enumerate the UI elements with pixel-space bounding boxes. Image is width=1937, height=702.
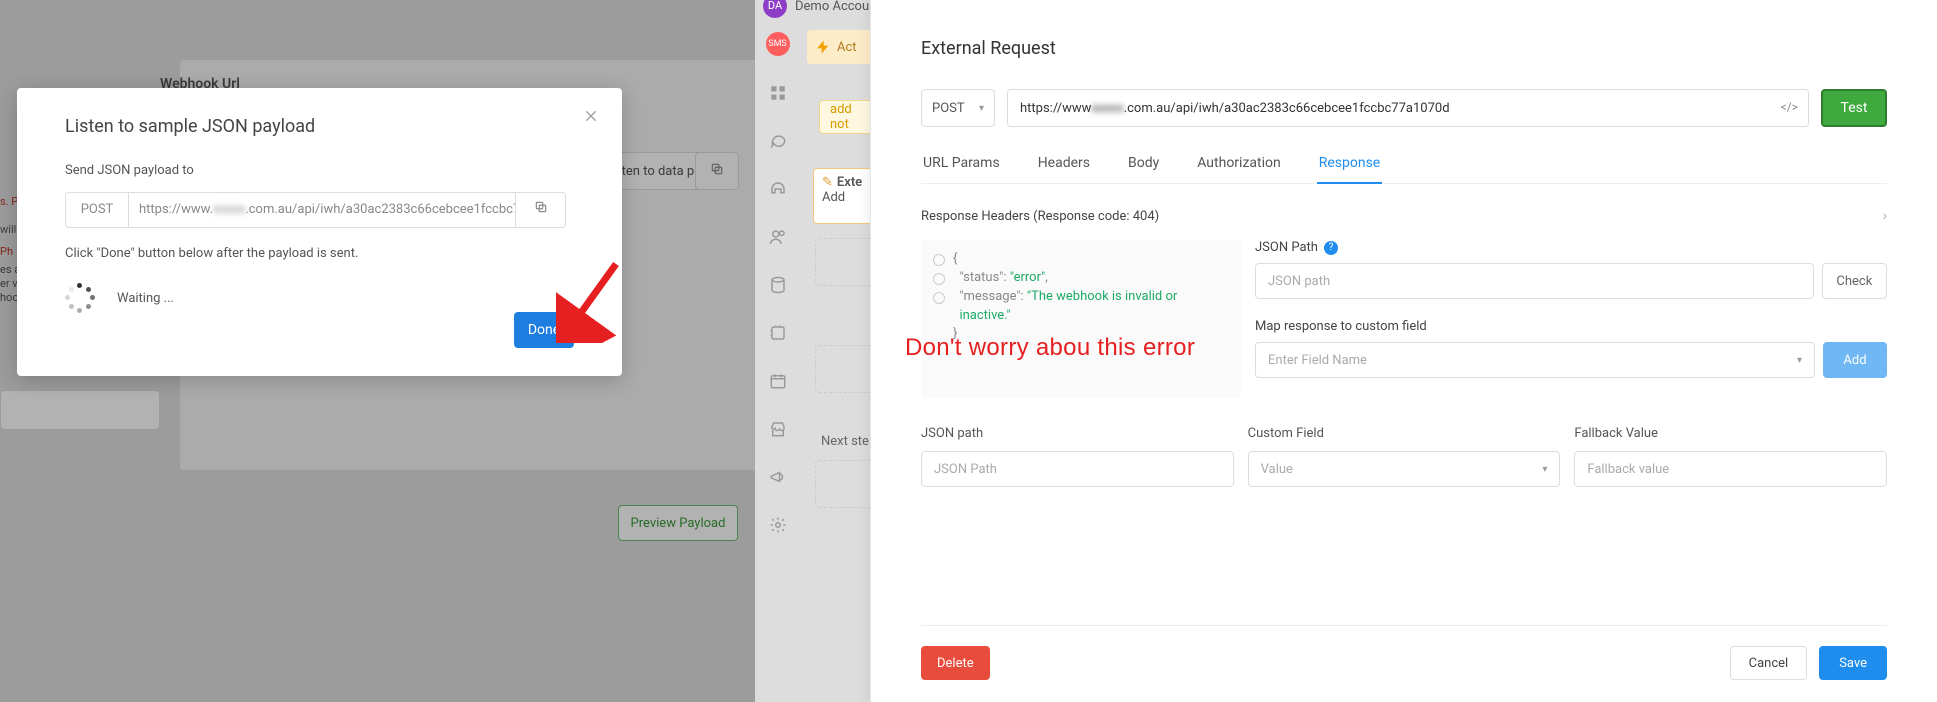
megaphone-icon[interactable] <box>767 466 789 488</box>
database-icon[interactable] <box>767 274 789 296</box>
sample-payload-modal: Listen to sample JSON payload Send JSON … <box>17 88 622 376</box>
url-rest: .com.au/api/iwh/a30ac2383c66cebcee1fccbc… <box>1124 101 1450 116</box>
tab-authorization[interactable]: Authorization <box>1195 155 1282 183</box>
modal-title: Listen to sample JSON payload <box>65 116 574 137</box>
click-done-instruction: Click "Done" button below after the payl… <box>65 246 574 261</box>
cancel-button[interactable]: Cancel <box>1730 646 1808 680</box>
left-rail: SMS <box>755 18 800 698</box>
col-json-path: JSON path <box>921 426 1234 441</box>
url-prefix: https://www <box>1020 101 1091 116</box>
check-button[interactable]: Check <box>1822 263 1887 299</box>
method-value: POST <box>932 101 965 116</box>
copy-icon[interactable] <box>516 192 566 228</box>
drawer-footer: Delete Cancel Save <box>921 625 1887 680</box>
request-row: POST ▾ https://wwwxxxxx.com.au/api/iwh/a… <box>921 89 1887 127</box>
plugin-icon[interactable] <box>767 322 789 344</box>
breadcrumb-account[interactable]: Demo Account <box>795 0 881 14</box>
waiting-indicator: Waiting ... <box>65 283 574 313</box>
ext-title: Exte <box>837 175 862 190</box>
custom-field-select[interactable]: Enter Field Name ▾ <box>1255 342 1815 378</box>
grid-icon[interactable] <box>767 82 789 104</box>
account-avatar[interactable]: DA <box>763 0 787 18</box>
close-icon[interactable] <box>580 108 602 130</box>
url-domain-blurred: xxxxx <box>213 202 245 217</box>
waiting-text: Waiting ... <box>117 291 174 306</box>
json-line-radio[interactable] <box>933 254 945 266</box>
tab-body[interactable]: Body <box>1126 155 1161 183</box>
actions-button[interactable]: Act <box>807 30 877 64</box>
method-select[interactable]: POST ▾ <box>921 89 995 127</box>
json-path-input[interactable]: JSON path <box>1255 263 1814 299</box>
url-display-row: POST https://www.xxxxx.com.au/api/iwh/a3… <box>65 192 574 228</box>
drawer-title: External Request <box>921 38 1887 59</box>
tab-headers[interactable]: Headers <box>1036 155 1092 183</box>
json-line-radio[interactable] <box>933 292 945 304</box>
tab-response[interactable]: Response <box>1317 155 1383 183</box>
map-response-label: Map response to custom field <box>1255 319 1887 334</box>
chevron-down-icon: ▾ <box>1542 464 1547 475</box>
webhook-url-display[interactable]: https://www.xxxxx.com.au/api/iwh/a30ac23… <box>128 192 516 228</box>
response-body-area: { "status": "error", "message": "The web… <box>921 240 1887 398</box>
mapping-row: JSON Path Value ▾ Fallback value <box>921 451 1887 487</box>
row-cf-select[interactable]: Value ▾ <box>1248 451 1561 487</box>
row-json-input[interactable]: JSON Path <box>921 451 1234 487</box>
method-badge: POST <box>65 192 128 228</box>
json-response-viewer: { "status": "error", "message": "The web… <box>921 240 1241 398</box>
users-icon[interactable] <box>767 226 789 248</box>
delete-button[interactable]: Delete <box>921 646 990 680</box>
next-step-label: Next ste <box>821 434 869 449</box>
chevron-down-icon: ▾ <box>979 103 984 114</box>
calendar-icon[interactable] <box>767 370 789 392</box>
save-button[interactable]: Save <box>1819 646 1887 680</box>
col-custom-field: Custom Field <box>1248 426 1561 441</box>
row-fb-ph: Fallback value <box>1587 462 1669 477</box>
json-line-radio[interactable] <box>933 273 945 285</box>
headset-icon[interactable] <box>767 178 789 200</box>
url-input[interactable]: https://wwwxxxxx.com.au/api/iwh/a30ac238… <box>1007 89 1809 127</box>
chevron-down-icon: ▾ <box>1797 355 1802 366</box>
col-fallback: Fallback Value <box>1574 426 1887 441</box>
row-json-ph: JSON Path <box>934 462 997 477</box>
custom-field-placeholder: Enter Field Name <box>1268 353 1367 368</box>
actions-label: Act <box>837 40 857 55</box>
tabs: URL Params Headers Body Authorization Re… <box>921 155 1887 184</box>
external-request-drawer: External Request POST ▾ https://wwwxxxxx… <box>870 0 1937 702</box>
tab-url-params[interactable]: URL Params <box>921 155 1002 183</box>
json-path-placeholder: JSON path <box>1268 274 1330 289</box>
store-icon[interactable] <box>767 418 789 440</box>
mapping-headers: JSON path Custom Field Fallback Value <box>921 426 1887 441</box>
url-rest: .com.au/api/iwh/a30ac2383c66cebcee1fccbc… <box>245 202 516 217</box>
code-icon[interactable]: </> <box>1781 100 1798 114</box>
send-payload-label: Send JSON payload to <box>65 163 574 178</box>
url-prefix: https://www. <box>139 202 213 217</box>
gear-icon[interactable] <box>767 514 789 536</box>
test-button[interactable]: Test <box>1821 89 1887 127</box>
response-headers-row[interactable]: Response Headers (Response code: 404) › <box>921 208 1887 224</box>
row-fb-input[interactable]: Fallback value <box>1574 451 1887 487</box>
help-icon[interactable]: ? <box>1324 241 1338 255</box>
edit-icon: ✎ <box>822 175 833 190</box>
sms-circle-icon[interactable]: SMS <box>766 32 790 56</box>
chat-icon[interactable] <box>767 130 789 152</box>
url-domain-blurred: xxxxx <box>1091 101 1123 116</box>
json-path-label: JSON Path ? <box>1255 240 1887 255</box>
ext-sub: Add <box>822 190 845 205</box>
mapping-column: JSON Path ? JSON path Check Map response… <box>1255 240 1887 398</box>
done-button[interactable]: Done <box>514 312 574 348</box>
row-cf-ph: Value <box>1261 462 1293 477</box>
spinner-icon <box>65 283 95 313</box>
json-path-label-text: JSON Path <box>1255 240 1318 255</box>
add-button[interactable]: Add <box>1823 342 1887 378</box>
chevron-right-icon: › <box>1883 208 1887 224</box>
response-headers-label: Response Headers (Response code: 404) <box>921 209 1159 224</box>
